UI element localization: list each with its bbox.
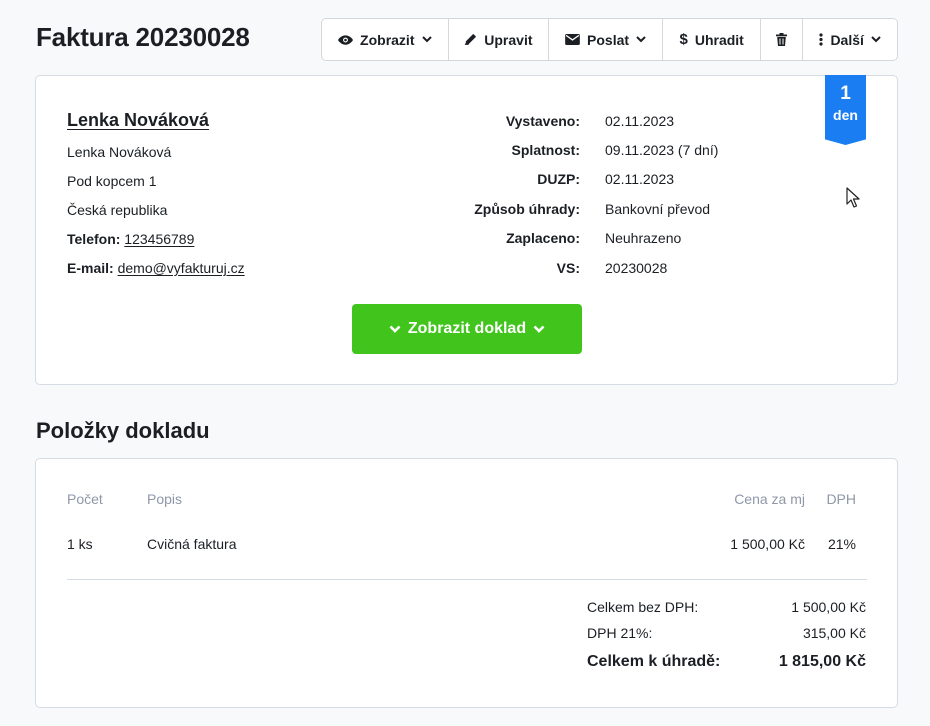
pay-button-label: Uhradit <box>694 31 744 48</box>
email-label: E-mail: <box>67 260 114 276</box>
pencil-icon <box>465 33 477 45</box>
phone-label: Telefon: <box>67 231 121 247</box>
dollar-icon: $ <box>679 31 688 48</box>
client-contact-name: Lenka Nováková <box>67 144 172 160</box>
email-link[interactable]: demo@vyfakturuj.cz <box>118 260 245 276</box>
pay-button[interactable]: $ Uhradit <box>663 19 762 60</box>
grand-total-label: Celkem k úhradě: <box>587 653 721 670</box>
show-document-label: Zobrazit doklad <box>407 320 527 337</box>
paid-label: Zaplaceno: <box>506 230 580 246</box>
chevron-down-icon <box>533 325 545 333</box>
vat-total-value: 315,00 Kč <box>802 625 866 641</box>
client-street: Pod kopcem 1 <box>67 173 157 189</box>
envelope-icon <box>565 34 580 45</box>
show-document-button[interactable]: Zobrazit doklad <box>352 304 582 354</box>
row-description: Cvičná faktura <box>147 536 237 552</box>
column-header-unit-price: Cena za mj <box>734 491 805 507</box>
due-date-value: 09.11.2023 (7 dní) <box>605 142 719 158</box>
due-date-label: Splatnost: <box>511 142 580 158</box>
row-quantity: 1 ks <box>67 536 93 552</box>
page-title: Faktura 20230028 <box>36 22 250 52</box>
items-section-title: Položky dokladu <box>36 418 210 443</box>
invoice-detail-card: Lenka Nováková Lenka Nováková Pod kopcem… <box>35 75 898 385</box>
send-button-label: Poslat <box>587 31 630 48</box>
duzp-value: 02.11.2023 <box>605 171 675 187</box>
column-header-description: Popis <box>147 491 183 507</box>
chevron-down-icon <box>389 325 401 333</box>
mouse-cursor-icon <box>846 187 860 208</box>
chevron-down-icon <box>636 36 646 43</box>
vat-total-label: DPH 21%: <box>587 625 653 641</box>
trash-icon <box>776 33 788 46</box>
due-days-number: 1 <box>840 83 851 104</box>
row-vat: 21% <box>827 536 856 552</box>
view-button[interactable]: Zobrazit <box>322 19 449 60</box>
more-button[interactable]: Další <box>803 19 897 60</box>
vertical-dots-icon <box>819 33 824 46</box>
client-phone: Telefon: 123456789 <box>67 231 194 247</box>
edit-button-label: Upravit <box>484 31 533 48</box>
paid-value: Neuhrazeno <box>605 230 682 246</box>
delete-button[interactable] <box>761 19 804 60</box>
send-button[interactable]: Poslat <box>549 19 663 60</box>
variable-symbol-value: 20230028 <box>605 260 668 276</box>
grand-total-value: 1 815,00 Kč <box>778 653 866 670</box>
view-button-label: Zobrazit <box>360 31 415 48</box>
items-divider <box>67 579 867 580</box>
row-unit-price: 1 500,00 Kč <box>730 536 805 552</box>
client-email: E-mail: demo@vyfakturuj.cz <box>67 260 245 276</box>
payment-method-value: Bankovní převod <box>605 201 711 217</box>
column-header-vat: DPH <box>826 491 856 507</box>
issued-label: Vystaveno: <box>505 113 580 129</box>
items-card: Počet Popis Cena za mj DPH 1 ks Cvičná f… <box>35 458 898 708</box>
due-days-unit: den <box>833 107 858 123</box>
more-button-label: Další <box>830 31 864 48</box>
edit-button[interactable]: Upravit <box>449 19 550 60</box>
column-header-quantity: Počet <box>67 491 103 507</box>
chevron-down-icon <box>421 36 432 43</box>
duzp-label: DUZP: <box>537 171 580 187</box>
due-days-ribbon: 1 den <box>825 75 866 145</box>
phone-link[interactable]: 123456789 <box>124 231 194 247</box>
invoice-toolbar: Zobrazit Upravit Poslat $ Uhradit Další <box>321 18 898 61</box>
variable-symbol-label: VS: <box>556 260 580 276</box>
payment-method-label: Způsob úhrady: <box>474 201 580 217</box>
chevron-down-icon <box>871 36 881 43</box>
eye-icon <box>338 34 354 45</box>
subtotal-label: Celkem bez DPH: <box>587 599 699 615</box>
client-country: Česká republika <box>67 202 168 218</box>
issued-value: 02.11.2023 <box>605 113 675 129</box>
subtotal-value: 1 500,00 Kč <box>791 599 866 615</box>
client-name-link[interactable]: Lenka Nováková <box>67 110 209 131</box>
